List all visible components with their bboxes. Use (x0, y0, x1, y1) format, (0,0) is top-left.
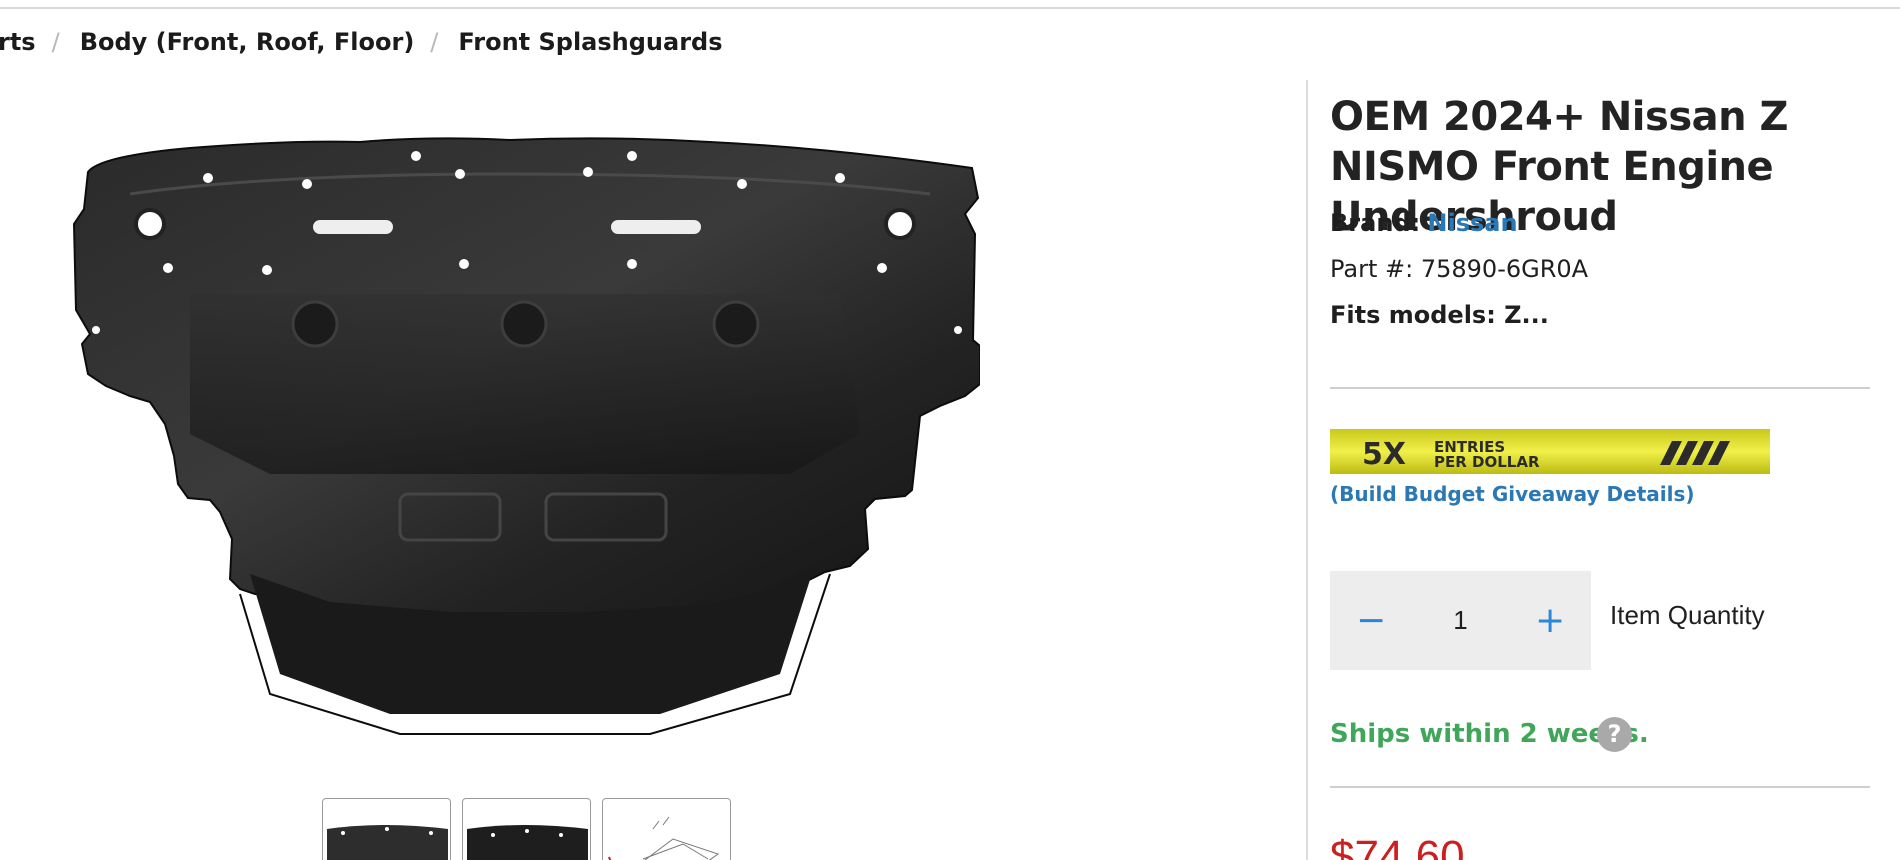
quantity-stepper: − 1 + (1330, 571, 1591, 670)
fits-models-value[interactable]: Z... (1504, 301, 1549, 329)
quantity-decrease-button[interactable]: − (1356, 602, 1386, 639)
banner-big-text: 5X (1362, 437, 1406, 472)
quantity-value[interactable]: 1 (1453, 605, 1467, 636)
brand-label: Brand: (1330, 209, 1421, 237)
top-divider (0, 7, 1900, 9)
fits-models-row: Fits models: Z... (1330, 301, 1549, 329)
breadcrumb-item-body[interactable]: Body (Front, Roof, Floor) (80, 28, 415, 56)
quantity-label: Item Quantity (1610, 600, 1765, 630)
giveaway-details-link[interactable]: (Build Budget Giveaway Details) (1330, 482, 1695, 506)
thumbnail-3[interactable] (602, 798, 731, 860)
brand-row: Brand: Nissan (1330, 207, 1518, 238)
part-number-row: Part #: 75890-6GR0A (1330, 255, 1588, 283)
breadcrumb-item-parts[interactable]: rts (0, 28, 36, 56)
divider (1330, 387, 1870, 389)
product-main-image[interactable] (70, 134, 981, 740)
thumbnail-strip (322, 798, 731, 860)
quantity-increase-button[interactable]: + (1535, 602, 1565, 639)
entries-per-dollar-badge-icon: 5X ENTRIES PER DOLLAR (1330, 429, 1770, 474)
fits-models-label: Fits models: (1330, 301, 1496, 329)
engine-undershroud-photo (72, 137, 981, 735)
diagram-thumbnail-icon (608, 816, 720, 860)
part-number-label: Part #: (1330, 255, 1414, 283)
giveaway-banner[interactable]: 5X ENTRIES PER DOLLAR (1330, 429, 1770, 474)
breadcrumb-item-current: Front Splashguards (458, 28, 723, 56)
thumbnail-1[interactable] (322, 798, 451, 860)
banner-line2: PER DOLLAR (1434, 453, 1540, 471)
part-number-value: 75890-6GR0A (1420, 255, 1589, 283)
divider (1330, 786, 1870, 788)
undershroud-thumbnail-icon (327, 825, 448, 860)
product-price: $74.60 (1330, 832, 1465, 860)
column-divider (1306, 80, 1308, 860)
help-icon[interactable]: ? (1597, 717, 1632, 752)
breadcrumb: rts / Body (Front, Roof, Floor) / Front … (0, 24, 723, 60)
undershroud-thumbnail-icon (467, 825, 588, 860)
breadcrumb-separator: / (430, 28, 439, 56)
thumbnail-2[interactable] (462, 798, 591, 860)
breadcrumb-separator: / (51, 28, 60, 56)
brand-link[interactable]: Nissan (1427, 209, 1517, 237)
